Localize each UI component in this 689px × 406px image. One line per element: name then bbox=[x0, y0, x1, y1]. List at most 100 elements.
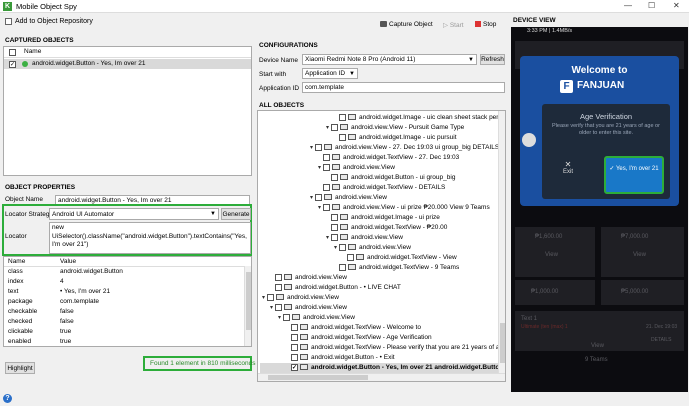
tree-node[interactable]: android.view.View bbox=[268, 273, 347, 283]
tree-node[interactable]: ▾ android.view.View bbox=[316, 163, 395, 173]
tree-node[interactable]: android.widget.Button - • LIVE CHAT bbox=[268, 283, 401, 293]
tree-node-checkbox[interactable] bbox=[315, 193, 322, 201]
scroll-thumb[interactable] bbox=[246, 272, 251, 330]
locator-strategy-select[interactable]: Android UI Automator ▼ bbox=[49, 208, 219, 220]
expand-toggle-icon[interactable]: ▾ bbox=[316, 203, 323, 213]
tree-node[interactable]: android.widget.Image - uic clean sheet s… bbox=[332, 113, 505, 123]
tree-node[interactable]: android.widget.Button - • Exit bbox=[284, 353, 395, 363]
scroll-thumb[interactable] bbox=[500, 323, 505, 363]
yes-over-21-button[interactable]: ✓ Yes, I'm over 21 bbox=[604, 156, 664, 194]
tree-node[interactable]: ▾ android.view.View bbox=[308, 193, 387, 203]
tree-node-checkbox[interactable] bbox=[339, 243, 346, 251]
device-screen[interactable]: 3:33 PM | 1.4MB/s ₱1,600.00 ₱7,000.00 Vi… bbox=[511, 27, 688, 392]
captured-item-checkbox[interactable] bbox=[9, 60, 16, 68]
tree-node-checkbox[interactable] bbox=[331, 213, 338, 221]
tree-node[interactable]: android.widget.TextView - View bbox=[340, 253, 457, 263]
tree-node-checkbox[interactable] bbox=[323, 203, 330, 211]
tree-node-checkbox[interactable] bbox=[331, 123, 338, 131]
tree-node[interactable]: ▾ android.view.View bbox=[268, 303, 347, 313]
property-row[interactable]: index 4 bbox=[4, 277, 251, 287]
property-row[interactable]: package com.template bbox=[4, 297, 251, 307]
expand-toggle-icon[interactable]: ▾ bbox=[276, 313, 283, 323]
hscroll-thumb[interactable] bbox=[268, 375, 368, 380]
tree-node[interactable]: ▾ android.view.View bbox=[324, 233, 403, 243]
tree-node-checkbox[interactable] bbox=[291, 353, 298, 361]
property-row[interactable]: checked false bbox=[4, 317, 251, 327]
minimize-button[interactable]: — bbox=[624, 1, 632, 10]
tree-node[interactable]: ▾ android.view.View bbox=[332, 243, 411, 253]
tree-node-checkbox[interactable] bbox=[339, 263, 346, 271]
tree-node[interactable]: android.widget.TextView - DETAILS bbox=[316, 183, 445, 193]
tree-node-checkbox[interactable] bbox=[291, 363, 298, 371]
tree-node[interactable]: android.widget.Button - Yes, Im over 21 … bbox=[260, 363, 505, 373]
generate-button[interactable]: Generate bbox=[221, 208, 251, 220]
add-to-repository-button[interactable]: Add to Object Repository bbox=[5, 17, 93, 27]
tree-node-checkbox[interactable] bbox=[315, 143, 322, 151]
tree-node[interactable]: android.widget.Image - ui prize bbox=[324, 213, 440, 223]
tree-node-checkbox[interactable] bbox=[275, 283, 282, 291]
stop-button[interactable]: Stop bbox=[475, 21, 496, 28]
tree-node-checkbox[interactable] bbox=[291, 323, 298, 331]
tree-hscrollbar[interactable] bbox=[258, 373, 505, 381]
highlight-button[interactable]: Highlight bbox=[5, 362, 35, 374]
expand-toggle-icon[interactable]: ▾ bbox=[308, 193, 315, 203]
tree-node-checkbox[interactable] bbox=[291, 343, 298, 351]
tree-node[interactable]: android.widget.TextView - Age Verificati… bbox=[284, 333, 432, 343]
application-id-input[interactable]: com.template bbox=[302, 82, 505, 93]
tree-scrollbar[interactable] bbox=[498, 111, 505, 373]
tree-node[interactable]: android.widget.Button - ui group_big bbox=[324, 173, 455, 183]
property-row[interactable]: text • Yes, I'm over 21 bbox=[4, 287, 251, 297]
tree-node[interactable]: android.widget.TextView - ₱20.00 bbox=[324, 223, 447, 233]
tree-node[interactable]: ▾ android.view.View - 27. Dec 19:03 ui gr… bbox=[308, 143, 499, 153]
tree-node-checkbox[interactable] bbox=[339, 133, 346, 141]
close-button[interactable]: ✕ bbox=[673, 1, 680, 10]
tree-node[interactable]: android.widget.TextView - 9 Teams bbox=[332, 263, 459, 273]
start-with-select[interactable]: Application ID ▼ bbox=[302, 68, 358, 79]
tree-node-checkbox[interactable] bbox=[267, 293, 274, 301]
tree-node-checkbox[interactable] bbox=[275, 303, 282, 311]
expand-toggle-icon[interactable]: ▾ bbox=[316, 163, 323, 173]
capture-object-button[interactable]: Capture Object bbox=[380, 21, 433, 28]
expand-toggle-icon[interactable]: ▾ bbox=[308, 143, 315, 153]
tree-node[interactable]: ▾ android.view.View - Pursuit Game Type bbox=[324, 123, 464, 133]
property-row[interactable]: clickable true bbox=[4, 327, 251, 337]
device-name-select[interactable]: Xiaomi Redmi Note 8 Pro (Android 11) ▼ bbox=[302, 54, 477, 65]
tree-node-checkbox[interactable] bbox=[323, 153, 330, 161]
help-icon[interactable]: ? bbox=[3, 394, 12, 403]
tree-node[interactable]: ▾ android.view.View - ui prize ₱20.000 Vi… bbox=[316, 203, 490, 213]
expand-toggle-icon[interactable]: ▾ bbox=[268, 303, 275, 313]
properties-scrollbar[interactable] bbox=[244, 266, 251, 346]
tree-node[interactable]: android.widget.Image - uic pursuit bbox=[332, 133, 457, 143]
expand-toggle-icon[interactable]: ▾ bbox=[260, 293, 267, 303]
tree-node-checkbox[interactable] bbox=[323, 183, 330, 191]
tree-node-checkbox[interactable] bbox=[331, 223, 338, 231]
maximize-button[interactable]: ☐ bbox=[648, 1, 655, 10]
tree-node[interactable]: android.widget.TextView - Please verify … bbox=[284, 343, 505, 353]
expand-toggle-icon[interactable]: ▾ bbox=[324, 123, 331, 133]
tree-node-checkbox[interactable] bbox=[339, 113, 346, 121]
start-button[interactable]: ▷ Start bbox=[443, 21, 464, 29]
tree-node[interactable]: android.widget.TextView - Welcome to bbox=[284, 323, 421, 333]
tree-node-checkbox[interactable] bbox=[291, 333, 298, 341]
tree-node-checkbox[interactable] bbox=[275, 273, 282, 281]
property-row[interactable]: class android.widget.Button bbox=[4, 267, 251, 277]
tree-node[interactable]: ▾ android.view.View bbox=[276, 313, 355, 323]
locator-textarea[interactable]: new UiSelector().className("android.widg… bbox=[49, 222, 251, 254]
tree-node[interactable]: ▾ android.view.View bbox=[260, 293, 339, 303]
camera-fab-icon[interactable] bbox=[522, 133, 536, 147]
expand-toggle-icon[interactable]: ▾ bbox=[324, 233, 331, 243]
tree-node-checkbox[interactable] bbox=[283, 313, 290, 321]
exit-button[interactable]: ✕ Exit bbox=[548, 160, 588, 190]
refresh-button[interactable]: Refresh bbox=[480, 54, 505, 65]
select-all-checkbox[interactable] bbox=[9, 49, 16, 56]
captured-item[interactable]: android.widget.Button - Yes, Im over 21 bbox=[4, 59, 251, 69]
tree-node-checkbox[interactable] bbox=[331, 233, 338, 241]
tree-node-checkbox[interactable] bbox=[331, 173, 338, 181]
property-row[interactable]: enabled true bbox=[4, 337, 251, 346]
bg-prize-4: ₱5,000.00 bbox=[621, 289, 649, 295]
tree-node-checkbox[interactable] bbox=[323, 163, 330, 171]
tree-node[interactable]: android.widget.TextView - 27. Dec 19:03 bbox=[316, 153, 459, 163]
tree-node-checkbox[interactable] bbox=[347, 253, 354, 261]
property-row[interactable]: checkable false bbox=[4, 307, 251, 317]
expand-toggle-icon[interactable]: ▾ bbox=[332, 243, 339, 253]
